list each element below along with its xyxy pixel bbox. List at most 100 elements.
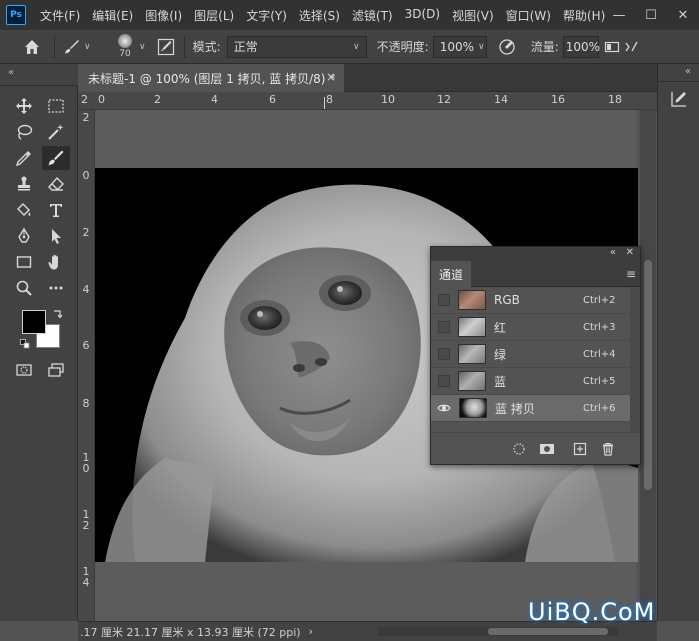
minimize-button[interactable]: — [603, 0, 635, 30]
marquee-tool[interactable] [42, 94, 70, 118]
delete-channel-button[interactable] [600, 441, 616, 457]
maximize-button[interactable]: ☐ [635, 0, 667, 30]
menu-view[interactable]: 视图(V) [452, 7, 494, 24]
menu-file[interactable]: 文件(F) [40, 7, 80, 24]
menu-select[interactable]: 选择(S) [299, 7, 340, 24]
zoom-tool[interactable] [10, 276, 38, 300]
channel-name: RGB [494, 293, 520, 307]
ruler-label: 8 [82, 397, 90, 410]
channel-row-blue-copy[interactable]: 蓝 拷贝 Ctrl+6 [431, 395, 640, 422]
move-tool[interactable] [10, 94, 38, 118]
channels-panel: « ✕ 通道 ≡ RGB Ctrl+2 红 Ctrl+3 绿 Ctrl+4 蓝 … [430, 246, 641, 465]
channel-row-blue[interactable]: 蓝 Ctrl+5 [431, 368, 640, 395]
menu-edit[interactable]: 编辑(E) [92, 7, 133, 24]
magic-wand-icon [48, 124, 64, 140]
collapse-icon[interactable]: « [8, 67, 14, 78]
smoothing-button[interactable] [621, 37, 641, 57]
mode-select[interactable]: 正常 ∨ [226, 35, 367, 58]
history-panel-button[interactable] [668, 88, 690, 110]
ellipsis-icon [49, 286, 63, 290]
save-selection-button[interactable] [539, 441, 555, 457]
visibility-toggle[interactable] [438, 348, 450, 360]
brush-settings-button[interactable] [156, 37, 176, 57]
hand-tool[interactable] [42, 250, 70, 274]
menu-filter[interactable]: 滤镜(T) [352, 7, 393, 24]
swap-colors-button[interactable] [52, 308, 64, 320]
eyedropper-tool[interactable] [10, 146, 38, 170]
menu-help[interactable]: 帮助(H) [563, 7, 605, 24]
canvas-horizontal-scrollbar[interactable] [378, 627, 618, 636]
right-dock-header: « [658, 64, 699, 82]
panel-title-bar[interactable]: « ✕ [431, 247, 640, 261]
channel-shortcut: Ctrl+3 [583, 321, 616, 333]
pressure-icon [499, 38, 515, 55]
scrollbar-thumb[interactable] [488, 628, 608, 635]
brush-preset-picker[interactable]: 70 [107, 32, 143, 62]
ruler-label: 6 [82, 339, 90, 352]
airbrush-icon [604, 41, 619, 52]
channel-shortcut: Ctrl+6 [583, 402, 616, 414]
type-tool[interactable] [42, 198, 70, 222]
ruler-label: 1 2 [82, 508, 90, 532]
scrollbar-thumb[interactable] [644, 260, 652, 490]
airbrush-button[interactable] [603, 37, 621, 57]
tab-channels[interactable]: 通道 [431, 261, 471, 287]
divider [54, 35, 55, 58]
collapse-icon[interactable]: « [610, 247, 616, 258]
edit-brush-icon [671, 92, 686, 107]
document-tab[interactable]: 未标题-1 @ 100% (图层 1 拷贝, 蓝 拷贝/8) * × [78, 64, 344, 92]
visibility-toggle[interactable] [438, 321, 450, 333]
home-button[interactable] [18, 34, 46, 60]
rectangle-tool[interactable] [10, 250, 38, 274]
screen-mode-button[interactable] [42, 358, 70, 382]
close-tab-icon[interactable]: × [326, 70, 336, 84]
channel-row-green[interactable]: 绿 Ctrl+4 [431, 341, 640, 368]
close-panel-icon[interactable]: ✕ [626, 247, 634, 258]
menu-layer[interactable]: 图层(L) [194, 7, 234, 24]
menu-window[interactable]: 窗口(W) [506, 7, 551, 24]
foreground-color-swatch[interactable] [22, 310, 46, 334]
channel-thumbnail [458, 290, 486, 310]
visibility-toggle[interactable] [438, 294, 450, 306]
collapse-icon[interactable]: « [685, 66, 691, 77]
default-colors-button[interactable] [20, 338, 30, 349]
more-tools-button[interactable] [42, 276, 70, 300]
swap-icon [54, 310, 63, 319]
ruler-label: 12 [437, 93, 451, 106]
channel-name: 蓝 [494, 374, 507, 389]
clone-stamp-tool[interactable] [10, 172, 38, 196]
plus-square-icon [573, 442, 587, 456]
horizontal-ruler[interactable]: 2 0 2 4 6 8 10 12 14 16 18 [78, 92, 657, 110]
vertical-ruler[interactable]: 2 0 2 4 6 8 1 0 1 2 1 4 [78, 110, 95, 621]
tool-preset-picker[interactable]: ∨ [63, 38, 97, 56]
ruler-cursor-marker [324, 97, 325, 109]
path-selection-tool[interactable] [42, 224, 70, 248]
channel-row-red[interactable]: 红 Ctrl+3 [431, 314, 640, 341]
screen-mode-icon [48, 363, 64, 377]
close-button[interactable]: ✕ [667, 0, 699, 30]
pressure-opacity-button[interactable] [497, 37, 517, 57]
canvas-vertical-scrollbar[interactable] [640, 110, 656, 621]
new-channel-button[interactable] [572, 441, 588, 457]
visibility-toggle[interactable] [437, 401, 451, 415]
eraser-tool[interactable] [42, 172, 70, 196]
visibility-toggle[interactable] [438, 375, 450, 387]
brush-tool[interactable] [42, 146, 70, 170]
chevron-down-icon: ∨ [353, 41, 360, 52]
opacity-input[interactable]: 100% ∨ [432, 35, 487, 58]
load-selection-button[interactable] [511, 441, 527, 457]
quick-mask-button[interactable] [10, 358, 38, 382]
magic-wand-tool[interactable] [42, 120, 70, 144]
pen-tool[interactable] [10, 224, 38, 248]
paint-bucket-tool[interactable] [10, 198, 38, 222]
panel-scrollbar[interactable] [630, 287, 640, 434]
flow-input[interactable]: 100% [562, 35, 600, 58]
mask-icon [540, 444, 554, 454]
status-menu-arrow[interactable]: › [307, 625, 313, 638]
menu-image[interactable]: 图像(I) [145, 7, 182, 24]
panel-menu-icon[interactable]: ≡ [626, 267, 636, 281]
channel-row-rgb[interactable]: RGB Ctrl+2 [431, 287, 640, 314]
lasso-tool[interactable] [10, 120, 38, 144]
menu-type[interactable]: 文字(Y) [246, 7, 287, 24]
menu-3d[interactable]: 3D(D) [405, 7, 440, 24]
